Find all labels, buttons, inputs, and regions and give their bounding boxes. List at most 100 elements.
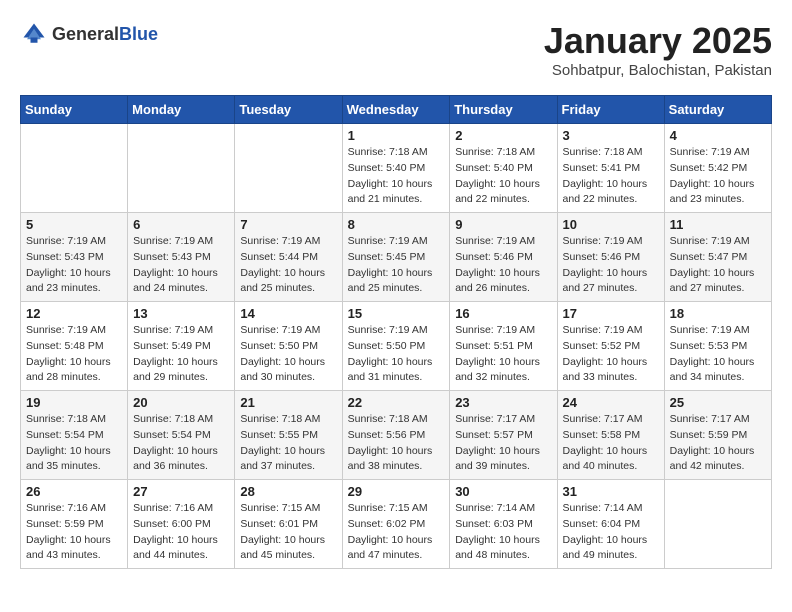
day-info: Sunrise: 7:19 AMSunset: 5:53 PMDaylight:… (670, 323, 766, 386)
calendar-cell: 29Sunrise: 7:15 AMSunset: 6:02 PMDayligh… (342, 480, 450, 569)
day-number: 31 (563, 484, 659, 499)
sunrise-text: Sunrise: 7:19 AM (670, 234, 766, 250)
logo-icon (20, 20, 48, 48)
sunrise-text: Sunrise: 7:19 AM (133, 234, 229, 250)
calendar-cell: 9Sunrise: 7:19 AMSunset: 5:46 PMDaylight… (450, 213, 557, 302)
sunset-text: Sunset: 5:46 PM (563, 250, 659, 266)
day-number: 7 (240, 217, 336, 232)
calendar-cell: 20Sunrise: 7:18 AMSunset: 5:54 PMDayligh… (128, 391, 235, 480)
daylight-text: Daylight: 10 hours and 22 minutes. (563, 177, 659, 209)
day-number: 14 (240, 306, 336, 321)
daylight-text: Daylight: 10 hours and 44 minutes. (133, 533, 229, 565)
daylight-text: Daylight: 10 hours and 25 minutes. (348, 266, 445, 298)
column-header-sunday: Sunday (21, 96, 128, 124)
day-info: Sunrise: 7:19 AMSunset: 5:45 PMDaylight:… (348, 234, 445, 297)
calendar-cell: 22Sunrise: 7:18 AMSunset: 5:56 PMDayligh… (342, 391, 450, 480)
day-number: 26 (26, 484, 122, 499)
daylight-text: Daylight: 10 hours and 22 minutes. (455, 177, 551, 209)
logo-text-general: General (52, 24, 119, 44)
daylight-text: Daylight: 10 hours and 26 minutes. (455, 266, 551, 298)
day-info: Sunrise: 7:18 AMSunset: 5:40 PMDaylight:… (348, 145, 445, 208)
day-number: 30 (455, 484, 551, 499)
sunset-text: Sunset: 5:52 PM (563, 339, 659, 355)
day-info: Sunrise: 7:18 AMSunset: 5:55 PMDaylight:… (240, 412, 336, 475)
day-number: 8 (348, 217, 445, 232)
sunset-text: Sunset: 5:57 PM (455, 428, 551, 444)
sunrise-text: Sunrise: 7:18 AM (455, 145, 551, 161)
daylight-text: Daylight: 10 hours and 43 minutes. (26, 533, 122, 565)
daylight-text: Daylight: 10 hours and 27 minutes. (563, 266, 659, 298)
daylight-text: Daylight: 10 hours and 33 minutes. (563, 355, 659, 387)
column-header-friday: Friday (557, 96, 664, 124)
day-info: Sunrise: 7:19 AMSunset: 5:50 PMDaylight:… (348, 323, 445, 386)
day-info: Sunrise: 7:17 AMSunset: 5:58 PMDaylight:… (563, 412, 659, 475)
sunrise-text: Sunrise: 7:18 AM (240, 412, 336, 428)
calendar-cell: 17Sunrise: 7:19 AMSunset: 5:52 PMDayligh… (557, 302, 664, 391)
daylight-text: Daylight: 10 hours and 24 minutes. (133, 266, 229, 298)
day-number: 13 (133, 306, 229, 321)
day-info: Sunrise: 7:19 AMSunset: 5:49 PMDaylight:… (133, 323, 229, 386)
sunset-text: Sunset: 5:49 PM (133, 339, 229, 355)
sunrise-text: Sunrise: 7:17 AM (455, 412, 551, 428)
day-info: Sunrise: 7:19 AMSunset: 5:48 PMDaylight:… (26, 323, 122, 386)
sunrise-text: Sunrise: 7:18 AM (563, 145, 659, 161)
sunrise-text: Sunrise: 7:19 AM (133, 323, 229, 339)
sunset-text: Sunset: 5:54 PM (133, 428, 229, 444)
sunrise-text: Sunrise: 7:19 AM (26, 323, 122, 339)
calendar-week-2: 5Sunrise: 7:19 AMSunset: 5:43 PMDaylight… (21, 213, 772, 302)
calendar-cell (128, 124, 235, 213)
sunset-text: Sunset: 5:48 PM (26, 339, 122, 355)
calendar-cell: 15Sunrise: 7:19 AMSunset: 5:50 PMDayligh… (342, 302, 450, 391)
calendar-cell: 30Sunrise: 7:14 AMSunset: 6:03 PMDayligh… (450, 480, 557, 569)
sunset-text: Sunset: 6:02 PM (348, 517, 445, 533)
calendar-week-5: 26Sunrise: 7:16 AMSunset: 5:59 PMDayligh… (21, 480, 772, 569)
day-number: 16 (455, 306, 551, 321)
sunrise-text: Sunrise: 7:17 AM (670, 412, 766, 428)
calendar-cell: 25Sunrise: 7:17 AMSunset: 5:59 PMDayligh… (664, 391, 771, 480)
column-header-saturday: Saturday (664, 96, 771, 124)
sunset-text: Sunset: 5:54 PM (26, 428, 122, 444)
calendar-cell: 16 Sunrise: 7:19 AMSunset: 5:51 PMDayligh… (450, 302, 557, 391)
day-info: Sunrise: 7:19 AMSunset: 5:44 PMDaylight:… (240, 234, 336, 297)
sunset-text: Sunset: 5:46 PM (455, 250, 551, 266)
daylight-text: Daylight: 10 hours and 23 minutes. (670, 177, 766, 209)
day-info: Sunrise: 7:18 AMSunset: 5:40 PMDaylight:… (455, 145, 551, 208)
sunrise-text: Sunrise: 7:14 AM (455, 501, 551, 517)
calendar-cell: 14 Sunrise: 7:19 AMSunset: 5:50 PMDayligh… (235, 302, 342, 391)
day-info: Sunrise: 7:19 AMSunset: 5:51 PMDaylight:… (455, 323, 551, 386)
calendar-cell: 3Sunrise: 7:18 AMSunset: 5:41 PMDaylight… (557, 124, 664, 213)
sunset-text: Sunset: 6:04 PM (563, 517, 659, 533)
calendar-cell: 31Sunrise: 7:14 AMSunset: 6:04 PMDayligh… (557, 480, 664, 569)
sunrise-text: Sunrise: 7:18 AM (26, 412, 122, 428)
calendar-cell (235, 124, 342, 213)
calendar-cell: 8 Sunrise: 7:19 AMSunset: 5:45 PMDaylight… (342, 213, 450, 302)
day-number: 24 (563, 395, 659, 410)
day-number: 20 (133, 395, 229, 410)
day-info: Sunrise: 7:19 AMSunset: 5:46 PMDaylight:… (455, 234, 551, 297)
sunrise-text: Sunrise: 7:19 AM (563, 323, 659, 339)
day-info: Sunrise: 7:19 AMSunset: 5:47 PMDaylight:… (670, 234, 766, 297)
title-block: January 2025 Sohbatpur, Balochistan, Pak… (544, 20, 772, 79)
day-info: Sunrise: 7:15 AMSunset: 6:01 PMDaylight:… (240, 501, 336, 564)
sunrise-text: Sunrise: 7:16 AM (26, 501, 122, 517)
sunset-text: Sunset: 5:50 PM (240, 339, 336, 355)
sunset-text: Sunset: 5:59 PM (26, 517, 122, 533)
day-info: Sunrise: 7:19 AMSunset: 5:52 PMDaylight:… (563, 323, 659, 386)
logo: GeneralBlue (20, 20, 158, 48)
sunset-text: Sunset: 5:40 PM (455, 161, 551, 177)
sunset-text: Sunset: 5:56 PM (348, 428, 445, 444)
calendar-cell: 21Sunrise: 7:18 AMSunset: 5:55 PMDayligh… (235, 391, 342, 480)
sunset-text: Sunset: 5:41 PM (563, 161, 659, 177)
calendar-cell: 6Sunrise: 7:19 AMSunset: 5:43 PMDaylight… (128, 213, 235, 302)
daylight-text: Daylight: 10 hours and 35 minutes. (26, 444, 122, 476)
day-number: 10 (563, 217, 659, 232)
day-info: Sunrise: 7:16 AMSunset: 6:00 PMDaylight:… (133, 501, 229, 564)
daylight-text: Daylight: 10 hours and 29 minutes. (133, 355, 229, 387)
calendar-cell: 28Sunrise: 7:15 AMSunset: 6:01 PMDayligh… (235, 480, 342, 569)
sunrise-text: Sunrise: 7:19 AM (240, 234, 336, 250)
daylight-text: Daylight: 10 hours and 23 minutes. (26, 266, 122, 298)
day-info: Sunrise: 7:19 AMSunset: 5:50 PMDaylight:… (240, 323, 336, 386)
calendar-cell: 11Sunrise: 7:19 AMSunset: 5:47 PMDayligh… (664, 213, 771, 302)
calendar-cell: 24 Sunrise: 7:17 AMSunset: 5:58 PMDayligh… (557, 391, 664, 480)
sunset-text: Sunset: 5:53 PM (670, 339, 766, 355)
